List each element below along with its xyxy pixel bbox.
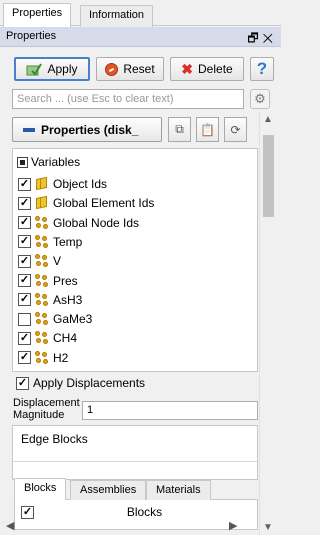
refresh-button[interactable]: ⟳	[224, 117, 247, 142]
variable-label: Global Element Ids	[53, 196, 155, 211]
close-icon[interactable]: ✕	[263, 31, 277, 45]
variable-row[interactable]: ✓ V	[18, 252, 61, 270]
delete-button[interactable]: ✖ Delete	[170, 57, 244, 81]
delete-label: Delete	[198, 62, 233, 76]
collapse-icon	[23, 127, 35, 132]
blocks-column-header: Blocks	[126, 505, 163, 519]
point-data-icon	[35, 292, 49, 307]
variable-label: CH4	[53, 331, 78, 346]
variable-checkbox[interactable]: ✓	[18, 196, 31, 210]
float-icon[interactable]: 🗗	[247, 31, 262, 45]
variable-row[interactable]: ✓ Global Node Ids	[18, 214, 139, 232]
cell-data-icon	[35, 176, 49, 191]
scroll-down-arrow-icon[interactable]: ▼	[260, 522, 276, 533]
block-tab-bar: Blocks Assemblies Materials	[14, 478, 258, 501]
displacement-magnitude-input[interactable]: 1	[82, 401, 258, 420]
variable-row[interactable]: ✓ Temp	[18, 233, 82, 251]
search-input[interactable]: Search ... (use Esc to clear text)	[12, 89, 244, 109]
reset-label: Reset	[123, 62, 155, 76]
reset-icon	[105, 62, 119, 76]
point-data-icon	[35, 331, 49, 345]
variables-list: Variables ✓ Object Ids ✓ Global Element Ids…	[12, 148, 258, 372]
refresh-icon: ⟳	[230, 122, 241, 137]
variable-checkbox[interactable]: ✓	[18, 235, 31, 249]
apply-icon	[26, 63, 43, 76]
reset-button[interactable]: Reset	[96, 57, 164, 81]
variable-checkbox[interactable]: ✓	[18, 177, 31, 191]
apply-displacements-label: Apply Displacements	[33, 376, 146, 390]
variable-label: H2	[53, 350, 69, 365]
tab-materials[interactable]: Materials	[146, 480, 211, 500]
tab-blocks[interactable]: Blocks	[14, 478, 67, 501]
variable-row[interactable]: ✓ Pres	[18, 272, 78, 290]
point-data-icon	[35, 350, 49, 365]
variable-row[interactable]: ✓ Global Element Ids	[18, 194, 154, 212]
variables-header[interactable]: Variables	[17, 153, 80, 171]
point-data-icon	[35, 254, 49, 268]
variable-label: Pres	[53, 273, 78, 288]
displacement-magnitude-label: Displacement Magnitude	[13, 397, 80, 421]
point-data-icon	[35, 215, 49, 230]
variable-checkbox[interactable]: ✓	[18, 254, 31, 268]
vertical-scrollbar[interactable]: ▲ ▼	[259, 112, 276, 535]
panel-title-bar: Properties 🗗✕	[0, 27, 281, 47]
variable-label: Global Node Ids	[53, 215, 140, 230]
properties-scroll-area: Properties (disk_ ⧉ 📋 ⟳ Variables ✓ Objec…	[0, 112, 281, 535]
copy-button[interactable]: ⧉	[168, 117, 191, 142]
edge-blocks-divider	[13, 461, 257, 462]
panel-title: Properties	[6, 30, 57, 42]
cell-data-icon	[35, 196, 49, 210]
point-data-icon	[35, 312, 49, 326]
properties-section-toggle[interactable]: Properties (disk_	[12, 117, 162, 142]
dock-tab-bar: Properties Information	[0, 0, 281, 27]
point-data-icon	[35, 273, 49, 288]
variable-label: Object Ids	[53, 177, 108, 191]
title-bar-controls: 🗗✕	[247, 29, 277, 50]
variable-checkbox[interactable]: ✓	[18, 293, 31, 307]
gear-icon: ⚙	[254, 91, 266, 106]
apply-displacements-row[interactable]: ✓ Apply Displacements	[16, 376, 145, 390]
scroll-thumb[interactable]	[263, 135, 274, 217]
point-data-icon	[35, 234, 49, 249]
variable-label: Temp	[53, 234, 83, 249]
horizontal-scrollbar[interactable]: ◀ ▶	[0, 518, 262, 535]
tab-assemblies[interactable]: Assemblies	[70, 480, 147, 500]
tab-properties[interactable]: Properties	[3, 3, 72, 27]
edge-blocks-header: Edge Blocks	[21, 432, 88, 446]
help-icon: ?	[256, 59, 268, 78]
paste-icon: 📋	[200, 122, 215, 137]
variable-label: V	[53, 254, 62, 269]
variable-checkbox[interactable]: ✓	[18, 274, 31, 287]
scroll-right-arrow-icon[interactable]: ▶	[229, 519, 237, 532]
select-all-checkbox[interactable]	[17, 156, 28, 168]
paste-button[interactable]: 📋	[196, 117, 219, 142]
variable-checkbox[interactable]: ✓	[18, 216, 31, 230]
variable-row[interactable]: GaMe3	[18, 310, 92, 328]
help-button[interactable]: ?	[250, 57, 274, 81]
variable-label: AsH3	[53, 292, 83, 307]
copy-icon: ⧉	[175, 122, 184, 136]
variable-checkbox[interactable]	[18, 312, 31, 326]
blocks-checkbox[interactable]: ✓	[21, 505, 34, 519]
apply-label: Apply	[47, 62, 78, 76]
scroll-up-arrow-icon[interactable]: ▲	[260, 114, 276, 125]
delete-icon: ✖	[181, 60, 194, 77]
variable-checkbox[interactable]: ✓	[18, 331, 31, 345]
apply-displacements-checkbox[interactable]: ✓	[16, 376, 29, 390]
variables-header-label: Variables	[31, 155, 81, 169]
variable-label: GaMe3	[53, 312, 93, 327]
variable-checkbox[interactable]: ✓	[18, 351, 31, 365]
tab-information[interactable]: Information	[80, 5, 154, 27]
advanced-gear-button[interactable]: ⚙	[250, 89, 270, 109]
variable-row[interactable]: ✓ H2	[18, 349, 68, 367]
scroll-left-arrow-icon[interactable]: ◀	[6, 519, 14, 532]
displacement-label-line2: Magnitude	[13, 409, 65, 421]
variable-row[interactable]: ✓ AsH3	[18, 291, 82, 309]
section-title: Properties (disk_	[41, 122, 139, 137]
displacement-label-line1: Displacement	[13, 397, 80, 409]
variable-row[interactable]: ✓ Object Ids	[18, 175, 107, 193]
apply-button[interactable]: Apply	[14, 57, 90, 81]
variable-row[interactable]: ✓ CH4	[18, 329, 77, 347]
edge-blocks-list: Edge Blocks	[12, 425, 258, 480]
